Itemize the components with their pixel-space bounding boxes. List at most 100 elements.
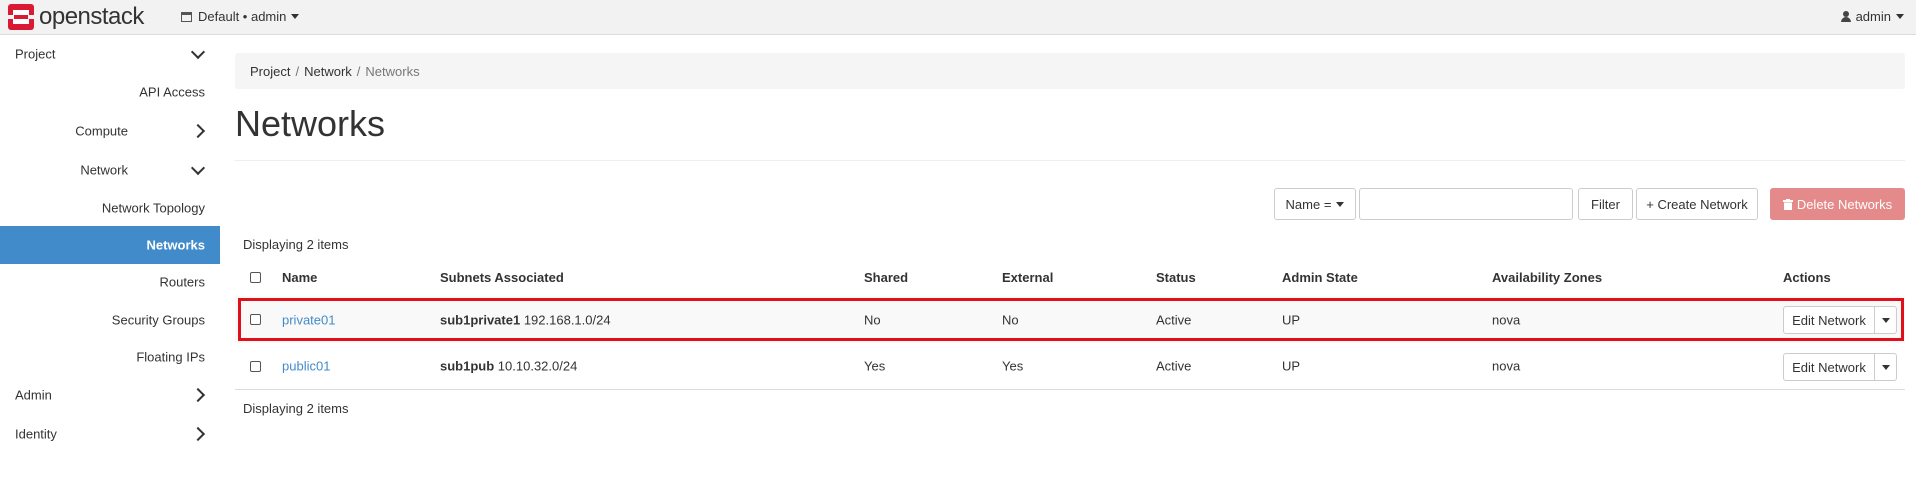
sidebar-item-label: Floating IPs <box>136 349 205 365</box>
chevron-right-icon <box>190 123 206 139</box>
row-checkbox[interactable] <box>250 314 261 325</box>
row-actions-dropdown[interactable] <box>1875 354 1896 380</box>
filter-field-select[interactable]: Name = <box>1274 188 1356 220</box>
column-header-shared[interactable]: Shared <box>864 270 908 285</box>
edit-network-button[interactable]: Edit Network <box>1784 307 1875 333</box>
subnet-name: sub1private1 <box>440 312 521 327</box>
brand-name: openstack <box>39 3 144 30</box>
sidebar-item-label: Identity <box>15 426 57 442</box>
sidebar-item-label: Admin <box>15 387 52 403</box>
sidebar-item-label: Compute <box>75 123 128 139</box>
row-checkbox[interactable] <box>250 361 261 372</box>
sidebar-item-label: Project <box>15 46 56 62</box>
filter-button[interactable]: Filter <box>1578 188 1633 220</box>
sidebar-item-network-topology[interactable]: Network Topology <box>0 189 220 227</box>
edit-network-button-group: Edit Network <box>1783 353 1897 381</box>
sidebar-item-label: Networks <box>146 237 205 253</box>
network-name-link[interactable]: public01 <box>282 359 330 374</box>
subnet-cidr: 192.168.1.0/24 <box>523 312 611 327</box>
row-actions-dropdown[interactable] <box>1875 307 1896 333</box>
breadcrumb-project[interactable]: Project <box>250 64 290 79</box>
sidebar-item-label: Network <box>80 162 128 178</box>
chevron-down-icon <box>1881 364 1890 370</box>
openstack-logo[interactable]: openstack <box>8 3 144 30</box>
sidebar-item-admin[interactable]: Admin <box>0 376 220 414</box>
subnets-cell: sub1pub 10.10.32.0/24 <box>440 359 577 374</box>
table-row: private01 sub1private1 192.168.1.0/24 No… <box>235 296 1905 343</box>
trash-icon <box>1782 198 1793 210</box>
subnet-name: sub1pub <box>440 358 495 374</box>
status-cell: Active <box>1156 312 1192 327</box>
sidebar-item-label: Security Groups <box>111 312 205 328</box>
project-selector[interactable]: Default • admin <box>181 9 300 24</box>
edit-network-label: Edit Network <box>1792 312 1866 328</box>
availability-zone-cell: nova <box>1492 312 1521 327</box>
chevron-right-icon <box>190 426 206 442</box>
sidebar-item-api-access[interactable]: API Access <box>0 73 220 111</box>
column-header-external[interactable]: External <box>1002 270 1053 285</box>
availability-zone-cell: nova <box>1492 358 1521 374</box>
admin-state-cell: UP <box>1282 358 1301 374</box>
top-navbar: openstack Default • admin admin <box>0 0 1916 35</box>
filter-button-label: Filter <box>1591 196 1620 212</box>
table-row: public01 sub1pub 10.10.32.0/24 Yes Yes A… <box>235 343 1905 390</box>
item-count-bottom: Displaying 2 items <box>243 401 349 416</box>
project-icon <box>181 11 192 22</box>
sidebar-item-floating-ips[interactable]: Floating IPs <box>0 338 220 376</box>
network-name-link[interactable]: private01 <box>282 312 335 327</box>
column-header-admin-state[interactable]: Admin State <box>1282 270 1358 285</box>
delete-networks-label: Delete Networks <box>1796 196 1893 212</box>
item-count-top: Displaying 2 items <box>243 237 349 252</box>
sidebar-item-security-groups[interactable]: Security Groups <box>0 301 220 339</box>
edit-network-button-group: Edit Network <box>1783 306 1897 334</box>
filter-input[interactable] <box>1359 188 1573 220</box>
column-header-subnets[interactable]: Subnets Associated <box>440 270 564 285</box>
filter-field-label: Name = <box>1285 196 1332 212</box>
breadcrumb-network[interactable]: Network <box>304 64 352 79</box>
column-header-actions: Actions <box>1783 270 1831 285</box>
column-header-name[interactable]: Name <box>282 270 317 285</box>
column-header-status[interactable]: Status <box>1156 270 1196 285</box>
shared-cell: Yes <box>864 358 886 374</box>
page-title: Networks <box>235 103 386 144</box>
sidebar-item-networks[interactable]: Networks <box>0 226 220 264</box>
breadcrumb-current: Networks <box>365 63 420 79</box>
sidebar-item-routers[interactable]: Routers <box>0 263 220 301</box>
project-selector-label: Default • admin <box>198 9 287 24</box>
sidebar-item-network[interactable]: Network <box>0 151 220 189</box>
sidebar-item-label: Network Topology <box>101 200 205 216</box>
column-header-availability-zones[interactable]: Availability Zones <box>1492 270 1602 285</box>
select-all-checkbox[interactable] <box>250 272 261 283</box>
admin-state-cell: UP <box>1282 312 1301 327</box>
chevron-down-icon <box>190 160 206 176</box>
breadcrumb: Project / Network / Networks <box>235 53 1905 89</box>
edit-network-label: Edit Network <box>1792 359 1866 375</box>
external-cell: No <box>1002 312 1019 327</box>
delete-networks-button[interactable]: Delete Networks <box>1770 188 1905 220</box>
chevron-down-icon <box>1881 317 1890 323</box>
shared-cell: No <box>864 312 881 327</box>
user-name: admin <box>1855 9 1891 24</box>
breadcrumb-separator: / <box>356 63 361 79</box>
create-network-button[interactable]: + Create Network <box>1636 188 1758 220</box>
chevron-down-icon <box>190 44 206 60</box>
sidebar-item-compute[interactable]: Compute <box>0 112 220 150</box>
subnet-cidr: 10.10.32.0/24 <box>497 358 578 374</box>
user-menu[interactable]: admin <box>1840 9 1904 24</box>
chevron-right-icon <box>190 387 206 403</box>
create-network-label: + Create Network <box>1646 196 1748 212</box>
sidebar-item-identity[interactable]: Identity <box>0 415 220 453</box>
edit-network-button[interactable]: Edit Network <box>1784 354 1875 380</box>
chevron-down-icon <box>1896 14 1904 19</box>
external-cell: Yes <box>1002 358 1024 374</box>
chevron-down-icon <box>291 14 300 19</box>
sidebar-item-project[interactable]: Project <box>0 35 220 73</box>
subnets-cell: sub1private1 192.168.1.0/24 <box>440 312 611 327</box>
status-cell: Active <box>1156 358 1192 374</box>
sidebar-item-label: Routers <box>159 274 205 290</box>
divider <box>235 160 1905 161</box>
openstack-logo-icon <box>8 4 34 30</box>
user-icon <box>1840 11 1851 22</box>
breadcrumb-separator: / <box>295 63 300 79</box>
chevron-down-icon <box>1336 201 1345 207</box>
